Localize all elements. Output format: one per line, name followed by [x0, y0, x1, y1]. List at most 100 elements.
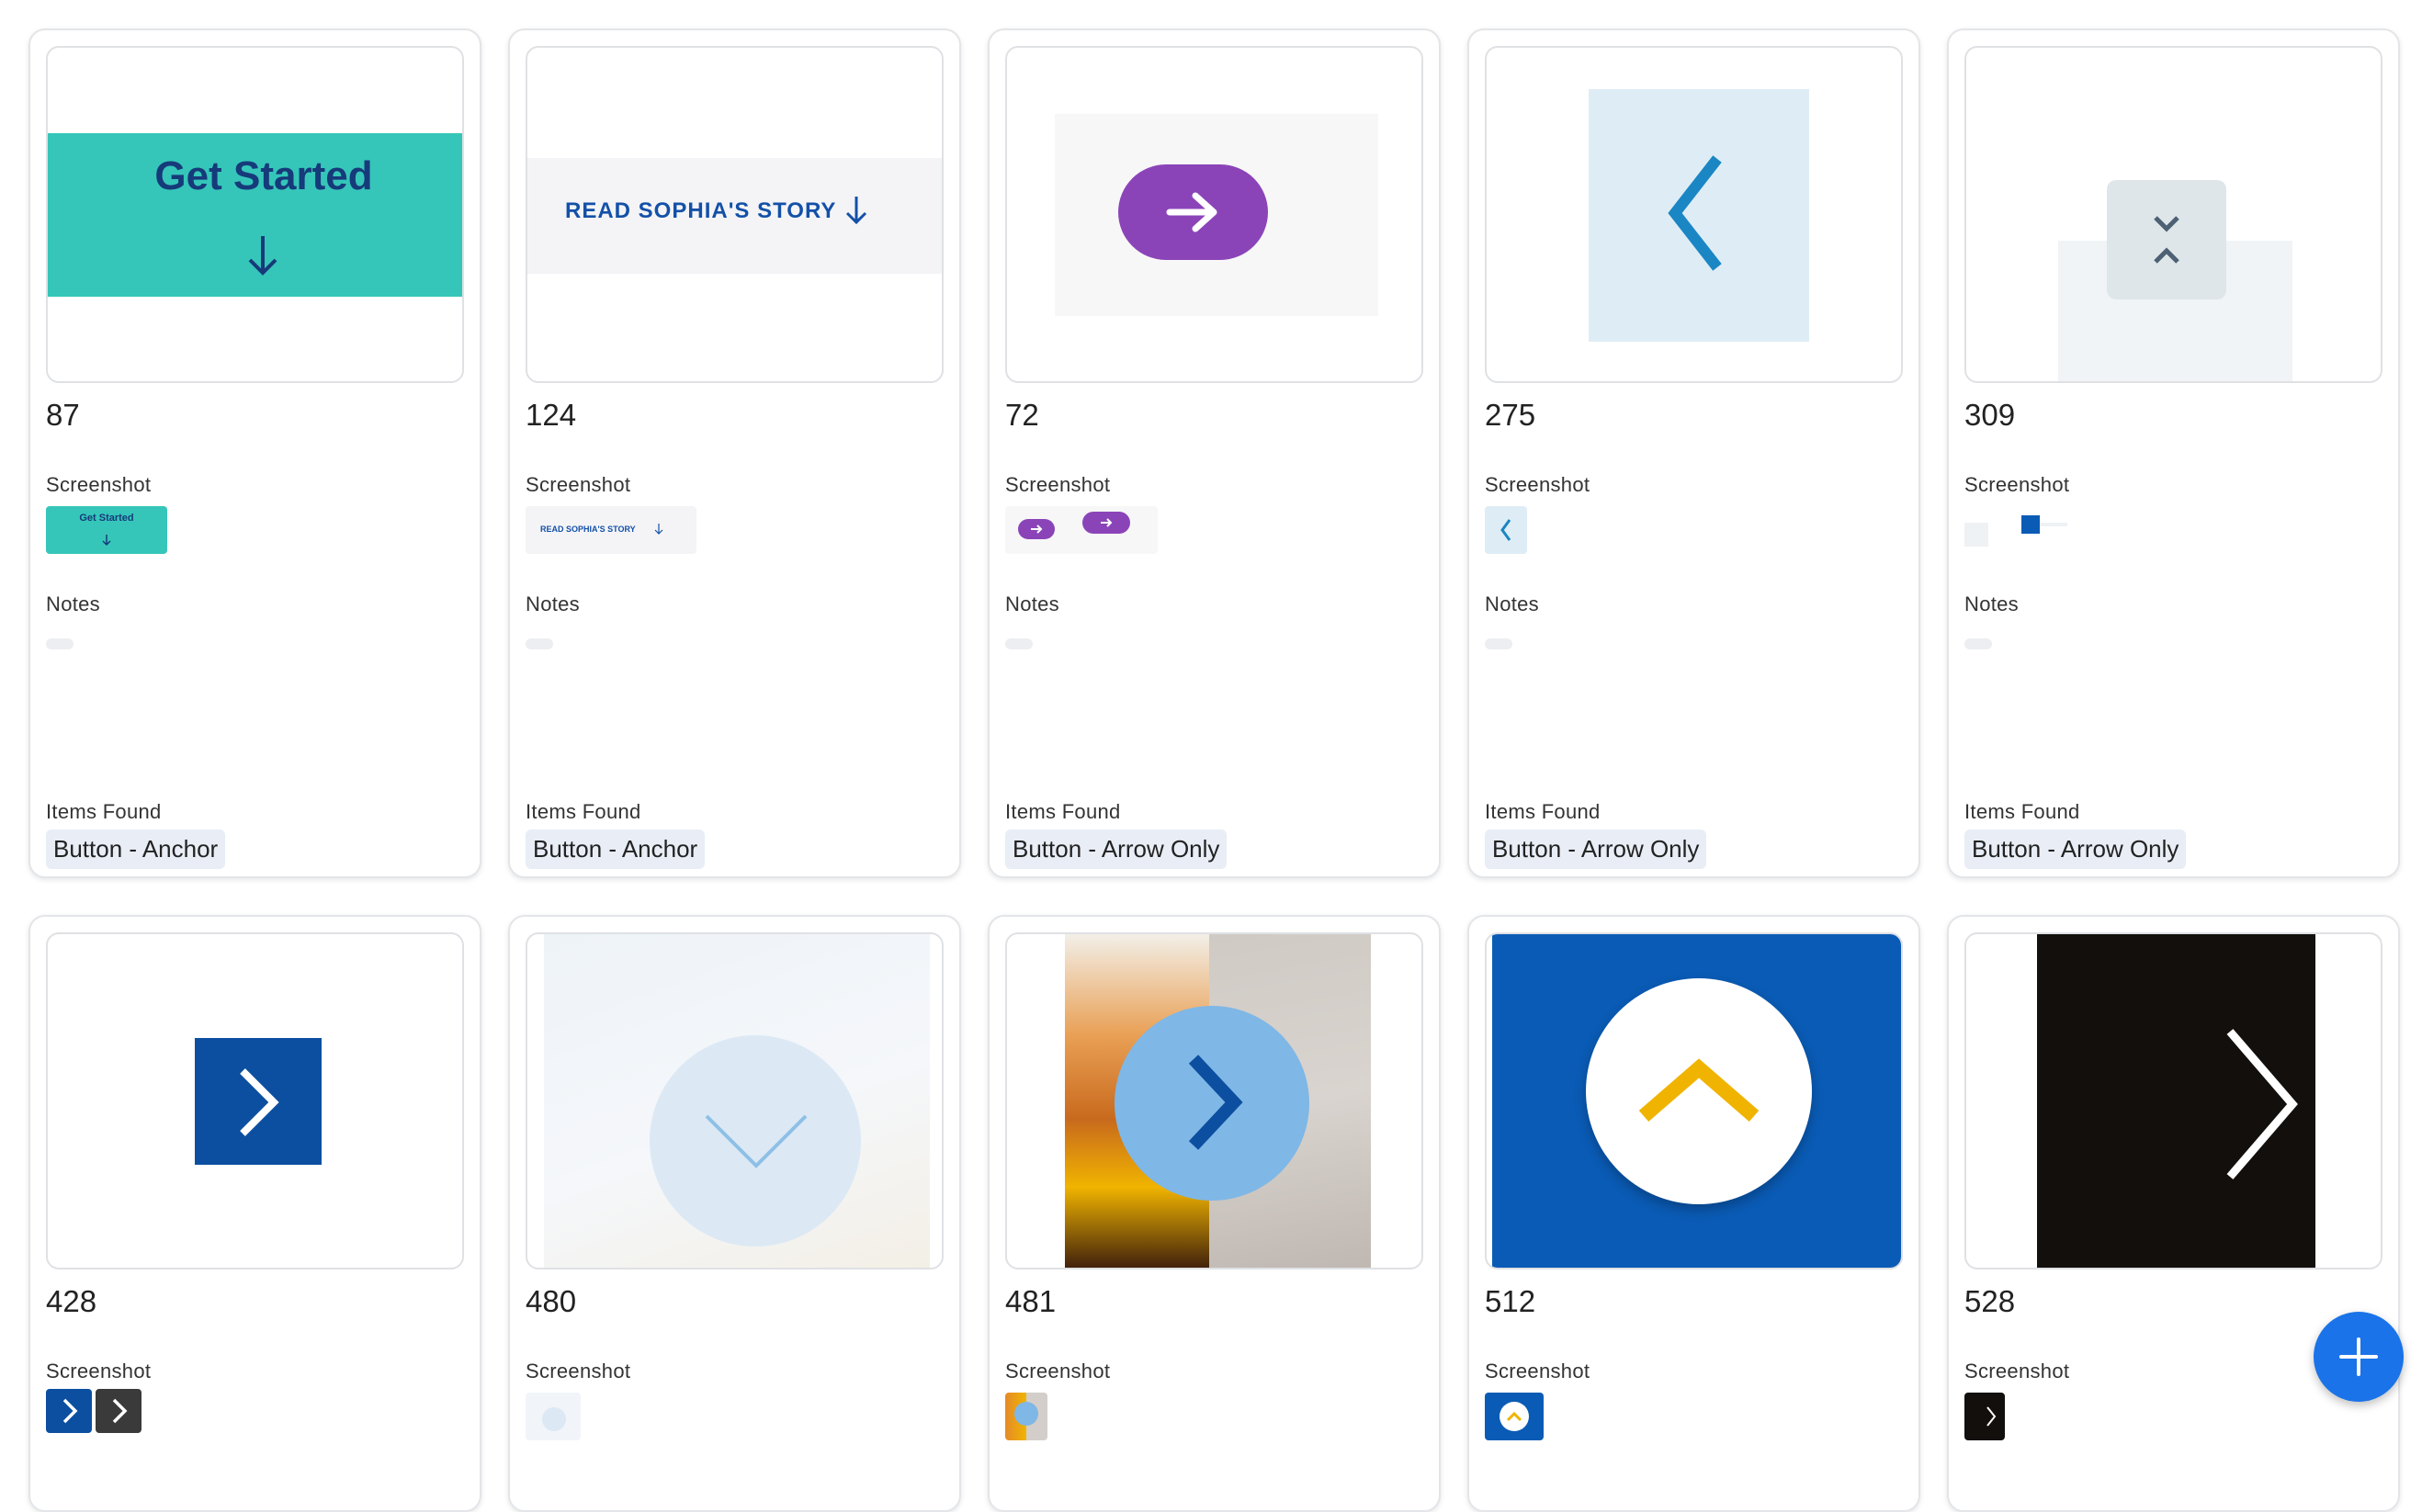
chevron-up-icon: [1638, 1058, 1760, 1123]
thumb-part-2: [96, 1389, 141, 1433]
preview-image[interactable]: [1005, 46, 1423, 383]
preview-image[interactable]: [46, 932, 464, 1269]
preview-image[interactable]: READ SOPHIA'S STORY: [526, 46, 944, 383]
thumbnail-text: READ SOPHIA'S STORY: [540, 525, 636, 534]
arrow-right-icon: [1031, 525, 1043, 534]
items-found-label: Items Found: [46, 800, 162, 823]
screenshot-thumbnail[interactable]: [1005, 1393, 1047, 1440]
collapse-button: [2107, 180, 2226, 299]
card-72[interactable]: 72 Screenshot Notes Items Found Button -…: [988, 28, 1441, 878]
screenshot-thumbnail[interactable]: [526, 1393, 581, 1440]
preview-image[interactable]: [1005, 932, 1423, 1269]
card-512[interactable]: 512 Screenshot: [1467, 915, 1920, 1512]
screenshot-thumbnail[interactable]: [1964, 1393, 2005, 1440]
get-started-banner: Get Started: [48, 133, 462, 297]
arrow-down-icon: [845, 197, 867, 225]
notes-placeholder[interactable]: [526, 638, 553, 649]
screenshot-thumbnail[interactable]: [1485, 1393, 1544, 1440]
thumb-part-1: [46, 1389, 92, 1433]
thumb-part-2: [2021, 515, 2040, 534]
card-124[interactable]: READ SOPHIA'S STORY 124 Screenshot READ …: [508, 28, 961, 878]
card-309[interactable]: 309 Screenshot Notes Items Found Button …: [1947, 28, 2400, 878]
items-found-tag[interactable]: Button - Arrow Only: [1005, 829, 1228, 869]
chevron-left-icon: [1668, 155, 1722, 271]
up-circle-button: [1586, 978, 1812, 1204]
item-number: 124: [526, 398, 577, 432]
screenshot-label: Screenshot: [46, 473, 152, 496]
chevron-down-icon: [705, 1114, 808, 1168]
chevron-up-icon: [1506, 1411, 1522, 1422]
preview-image[interactable]: [1485, 46, 1903, 383]
card-480[interactable]: 480 Screenshot: [508, 915, 961, 1512]
screenshot-label: Screenshot: [46, 1360, 152, 1382]
thumb-part-3: [2040, 523, 2067, 526]
thumb-pill-2: [1082, 512, 1130, 534]
screenshot-label: Screenshot: [1005, 1360, 1111, 1382]
card-481[interactable]: 481 Screenshot: [988, 915, 1441, 1512]
arrow-down-icon: [102, 535, 111, 547]
screenshot-thumbnail[interactable]: [46, 1389, 145, 1437]
screenshot-label: Screenshot: [526, 473, 631, 496]
item-number: 275: [1485, 398, 1536, 432]
story-banner: READ SOPHIA'S STORY: [527, 158, 942, 274]
notes-placeholder[interactable]: [1005, 638, 1033, 649]
chevron-right-icon: [112, 1398, 128, 1424]
notes-label: Notes: [1005, 592, 1059, 615]
items-found-tag[interactable]: Button - Anchor: [46, 829, 226, 869]
notes-placeholder[interactable]: [1485, 638, 1512, 649]
items-found-label: Items Found: [526, 800, 641, 823]
black-backdrop: [2037, 934, 2315, 1268]
notes-placeholder[interactable]: [1964, 638, 1992, 649]
notes-placeholder[interactable]: [46, 638, 74, 649]
chevron-right-icon: [240, 1068, 279, 1136]
screenshot-thumbnail[interactable]: [1485, 506, 1527, 554]
item-number: 72: [1005, 398, 1039, 432]
arrow-right-icon: [1166, 192, 1217, 232]
screenshot-thumbnail[interactable]: READ SOPHIA'S STORY: [526, 506, 696, 554]
card-428[interactable]: 428 Screenshot: [28, 915, 481, 1512]
down-circle-button: [650, 1035, 861, 1247]
screenshot-label: Screenshot: [1485, 1360, 1590, 1382]
screenshot-thumbnail[interactable]: [1964, 506, 2075, 554]
item-number: 528: [1964, 1284, 2016, 1318]
items-found-tag[interactable]: Button - Anchor: [526, 829, 706, 869]
read-story-text: READ SOPHIA'S STORY: [565, 198, 837, 223]
preview-image[interactable]: [1964, 932, 2382, 1269]
screenshot-label: Screenshot: [1485, 473, 1590, 496]
card-grid: Get Started 87 Screenshot Get Started No…: [0, 0, 2422, 1512]
screenshot-thumbnail[interactable]: Get Started: [46, 506, 167, 554]
preview-image[interactable]: [1485, 932, 1903, 1269]
chevron-tile: [195, 1038, 322, 1165]
notes-label: Notes: [526, 592, 580, 615]
screenshot-thumbnail[interactable]: [1005, 506, 1158, 554]
item-number: 87: [46, 398, 80, 432]
item-number: 480: [526, 1284, 577, 1318]
notes-label: Notes: [46, 592, 100, 615]
arrow-right-icon: [1101, 518, 1113, 527]
item-number: 428: [46, 1284, 97, 1318]
preview-image[interactable]: [526, 932, 944, 1269]
item-number: 481: [1005, 1284, 1057, 1318]
chevron-right-icon: [1188, 1055, 1243, 1150]
thumb-part-1: [1964, 523, 1988, 547]
items-found-tag[interactable]: Button - Arrow Only: [1964, 829, 2187, 869]
add-item-button[interactable]: [2314, 1312, 2404, 1402]
get-started-text: Get Started: [154, 153, 373, 198]
screenshot-label: Screenshot: [1964, 473, 2070, 496]
thumb-circle: [1014, 1402, 1038, 1426]
preview-image[interactable]: [1964, 46, 2382, 383]
preview-image[interactable]: Get Started: [46, 46, 464, 383]
chevron-right-icon: [1986, 1406, 1997, 1427]
thumbnail-text: Get Started: [79, 513, 134, 524]
card-87[interactable]: Get Started 87 Screenshot Get Started No…: [28, 28, 481, 878]
chevron-right-icon: [62, 1398, 78, 1424]
items-found-tag[interactable]: Button - Arrow Only: [1485, 829, 1707, 869]
item-number: 512: [1485, 1284, 1536, 1318]
card-528[interactable]: 528 Screenshot: [1947, 915, 2400, 1512]
screenshot-label: Screenshot: [526, 1360, 631, 1382]
card-275[interactable]: 275 Screenshot Notes Items Found Button …: [1467, 28, 1920, 878]
thumb-circle: [542, 1407, 566, 1431]
arrow-down-icon: [248, 236, 277, 276]
notes-label: Notes: [1964, 592, 2019, 615]
arrow-down-icon: [654, 524, 663, 535]
